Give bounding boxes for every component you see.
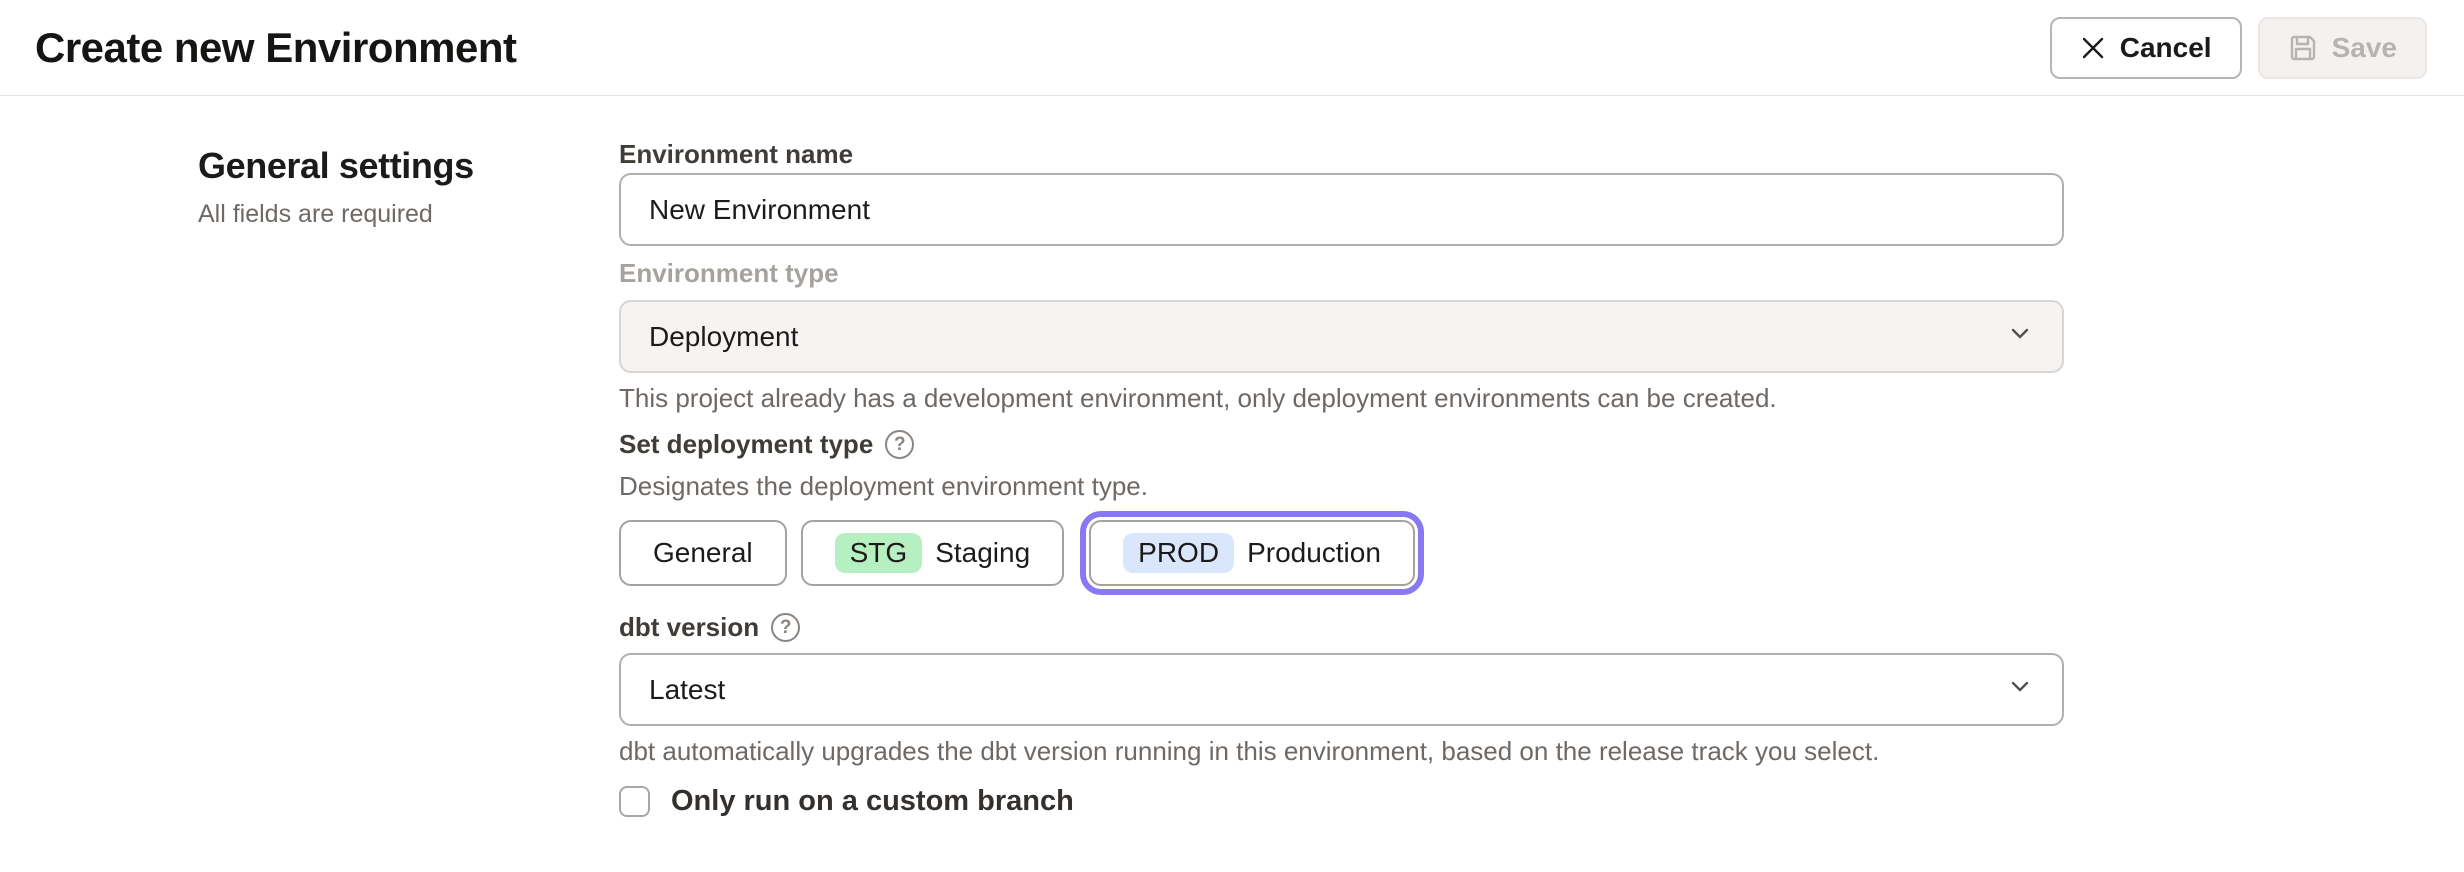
close-icon: [2080, 35, 2106, 61]
help-icon[interactable]: ?: [771, 613, 800, 642]
deployment-type-option-general[interactable]: General: [619, 520, 787, 586]
dbt-version-label: dbt version: [619, 610, 759, 644]
save-icon: [2288, 33, 2318, 63]
cancel-button[interactable]: Cancel: [2050, 17, 2242, 79]
page-title: Create new Environment: [35, 24, 516, 72]
cancel-button-label: Cancel: [2120, 32, 2212, 64]
custom-branch-row: Only run on a custom branch: [619, 785, 2064, 818]
option-label: Production: [1247, 537, 1381, 569]
settings-sidebar: General settings All fields are required: [0, 96, 619, 818]
custom-branch-label[interactable]: Only run on a custom branch: [671, 785, 1074, 818]
custom-branch-checkbox[interactable]: [619, 786, 650, 817]
header-actions: Cancel Save: [2050, 17, 2427, 79]
production-badge: PROD: [1123, 533, 1234, 573]
section-heading: General settings: [198, 145, 619, 187]
help-icon[interactable]: ?: [885, 430, 914, 459]
deployment-type-option-production[interactable]: PROD Production: [1089, 520, 1415, 586]
deployment-type-label: Set deployment type: [619, 427, 873, 461]
dbt-version-label-row: dbt version ?: [619, 610, 2064, 644]
deployment-type-label-row: Set deployment type ?: [619, 427, 2064, 461]
deployment-type-options: General STG Staging PROD Production: [619, 520, 2064, 586]
page-header: Create new Environment Cancel: [0, 0, 2464, 96]
main-content: General settings All fields are required…: [0, 96, 2464, 818]
environment-name-label: Environment name: [619, 137, 2064, 171]
deployment-type-option-staging[interactable]: STG Staging: [801, 520, 1065, 586]
dbt-version-helper: dbt automatically upgrades the dbt versi…: [619, 734, 2064, 768]
save-button-label: Save: [2332, 32, 2397, 64]
environment-type-select[interactable]: Deployment: [619, 300, 2064, 373]
staging-badge: STG: [835, 533, 923, 573]
chevron-down-icon: [2006, 672, 2034, 707]
environment-form: Environment name Environment type Deploy…: [619, 96, 2064, 818]
chevron-down-icon: [2006, 319, 2034, 354]
dbt-version-value: Latest: [649, 674, 725, 706]
save-button[interactable]: Save: [2258, 17, 2427, 79]
option-label: General: [653, 537, 753, 569]
environment-type-value: Deployment: [649, 321, 798, 353]
environment-name-input[interactable]: [619, 173, 2064, 246]
environment-type-label: Environment type: [619, 256, 2064, 290]
environment-type-helper: This project already has a development e…: [619, 381, 2064, 415]
dbt-version-select[interactable]: Latest: [619, 653, 2064, 726]
create-environment-page: Create new Environment Cancel: [0, 0, 2464, 818]
deployment-type-description: Designates the deployment environment ty…: [619, 469, 2064, 503]
option-label: Staging: [935, 537, 1030, 569]
section-subheading: All fields are required: [198, 200, 619, 229]
